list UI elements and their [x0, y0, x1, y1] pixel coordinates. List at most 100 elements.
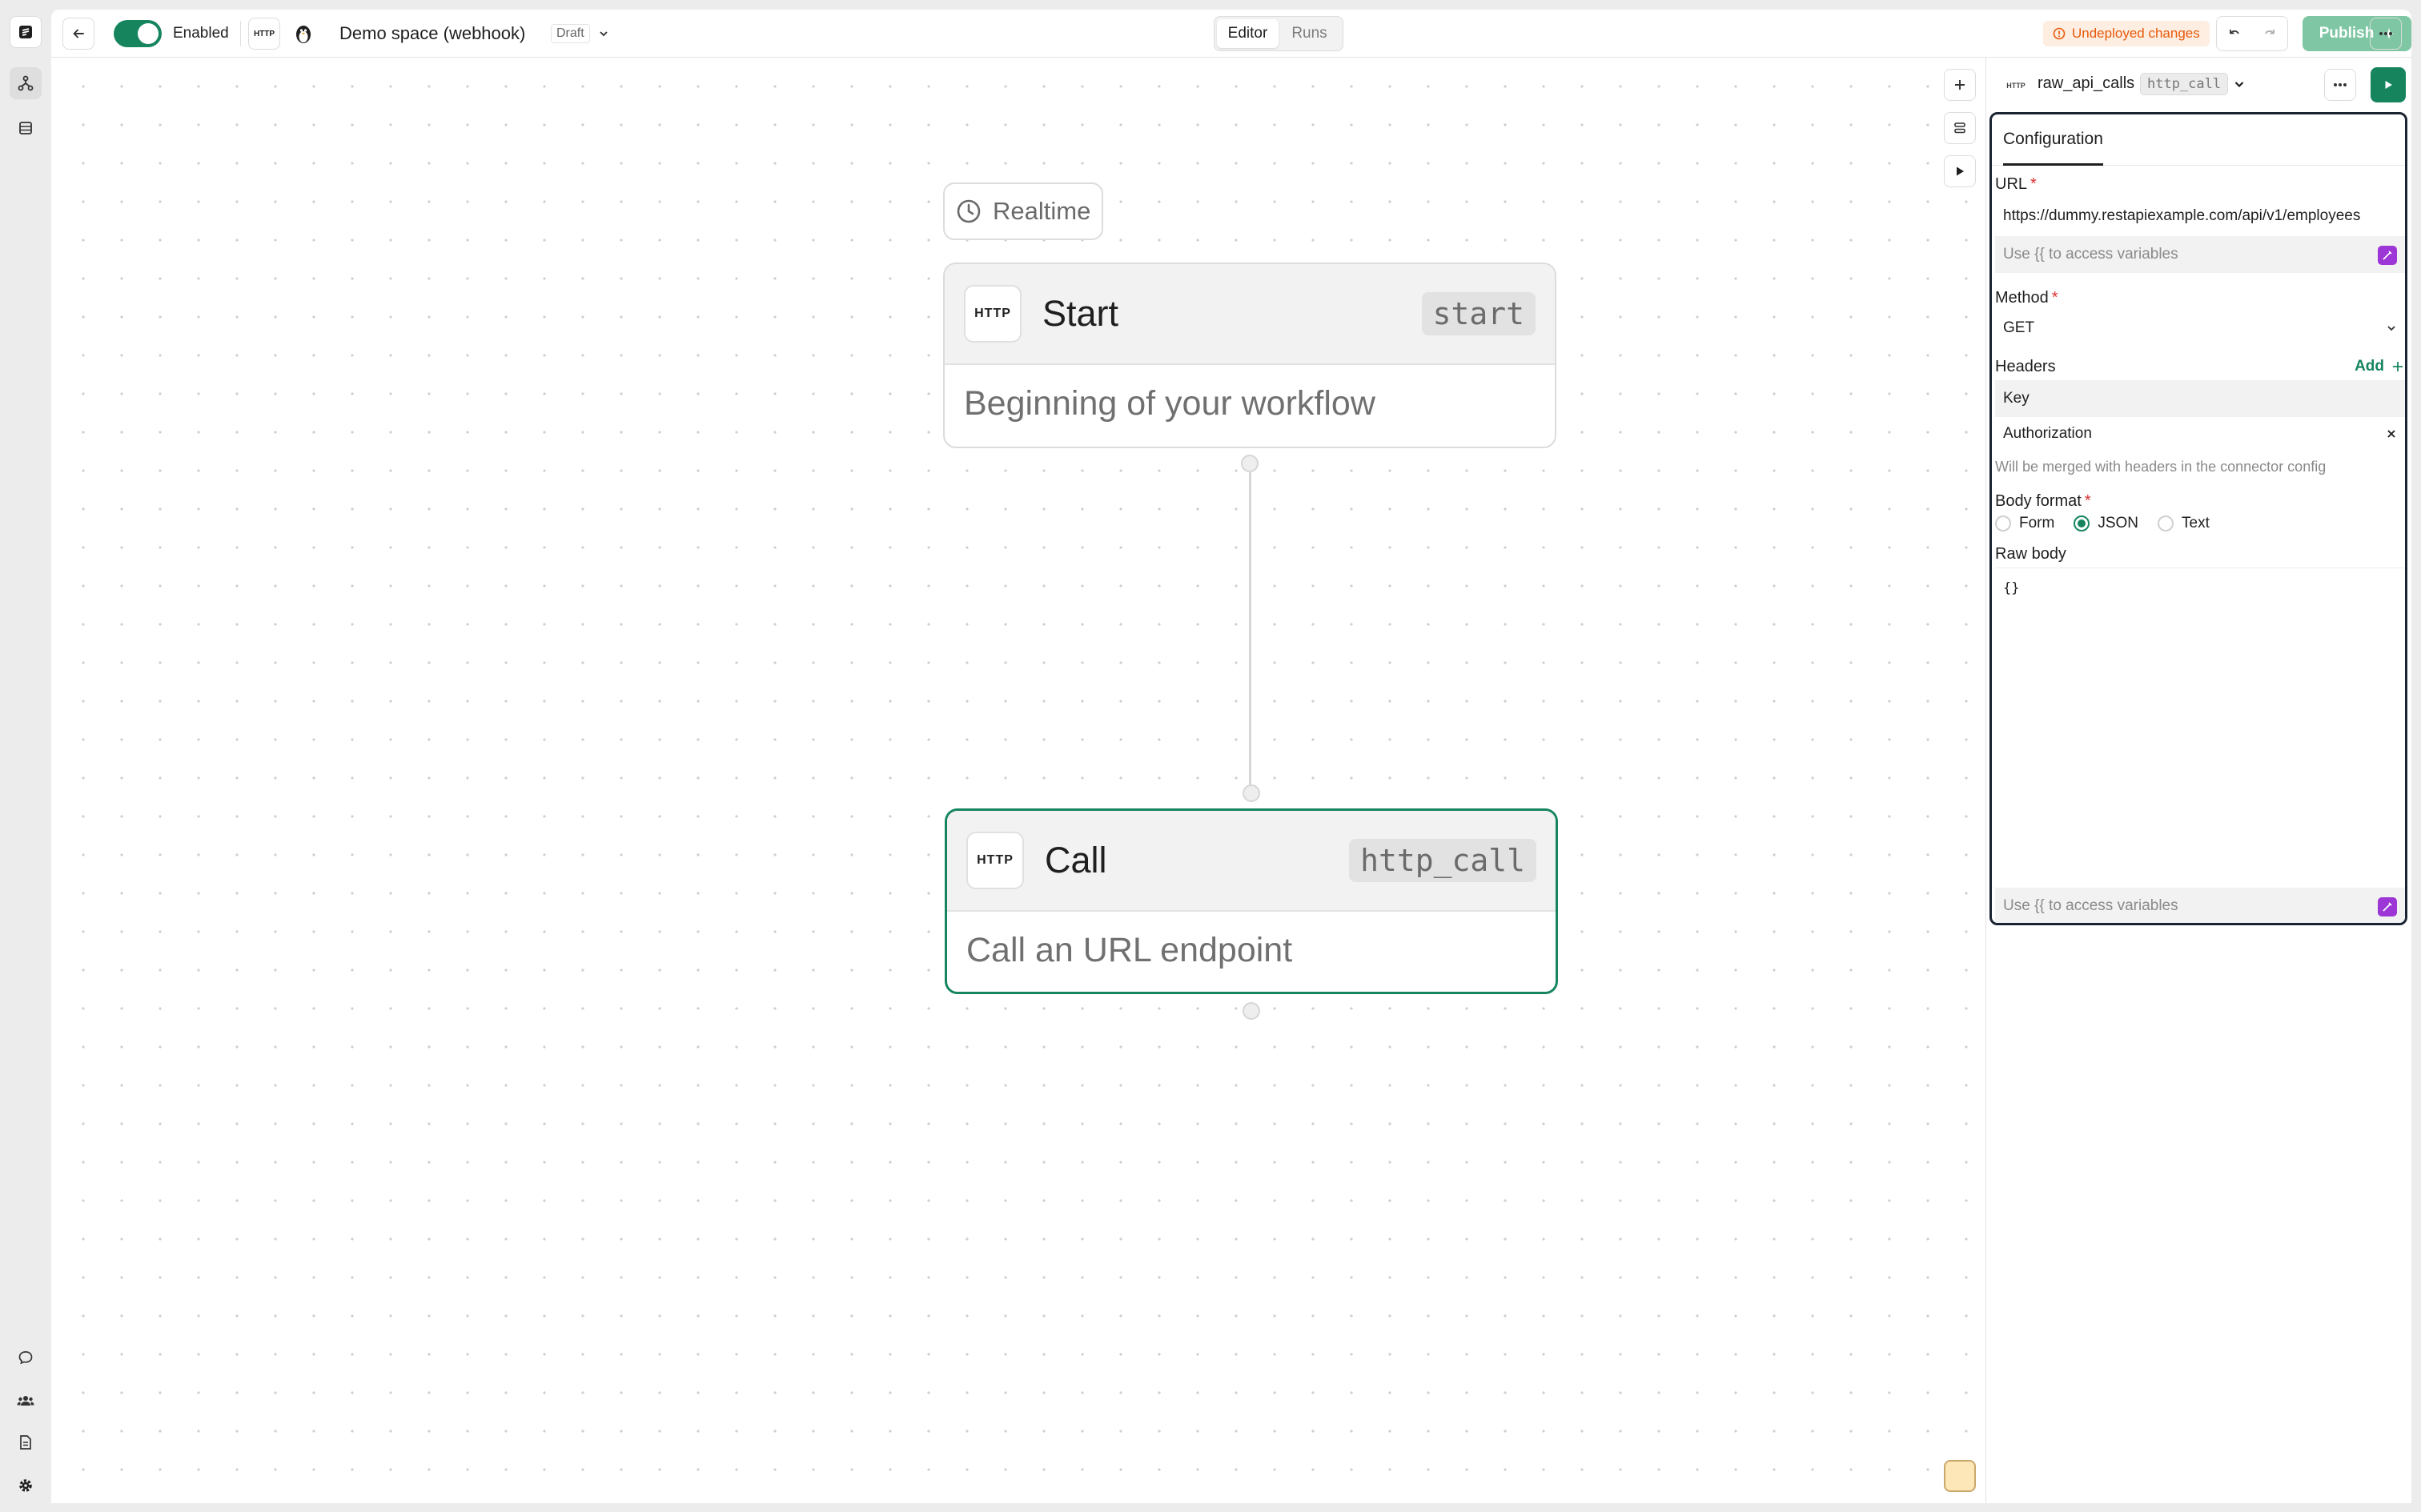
- magic-wand-icon[interactable]: [2378, 897, 2397, 916]
- workflow-icon: [18, 75, 34, 91]
- penguin-avatar-icon: [296, 26, 311, 43]
- method-select[interactable]: GET: [1995, 310, 2405, 347]
- publish-label: Publish: [2319, 25, 2375, 42]
- status-badge: Draft: [551, 24, 590, 43]
- step-switcher-button[interactable]: [2228, 73, 2250, 95]
- radio-text[interactable]: [2158, 515, 2174, 531]
- realtime-label: Realtime: [993, 197, 1091, 225]
- headers-note: Will be merged with headers in the conne…: [1995, 459, 2327, 475]
- add-node-button[interactable]: [1944, 69, 1976, 101]
- step-name[interactable]: raw_api_calls: [2038, 74, 2134, 93]
- header-key-input[interactable]: Authorization: [1995, 415, 2405, 452]
- node-type-tag: http_call: [1349, 839, 1536, 882]
- body-format-label: Body format *: [1995, 492, 2091, 510]
- alert-circle-icon: [2053, 27, 2066, 40]
- node-header: HTTP Call http_call: [947, 811, 1556, 912]
- plus-icon: [2393, 362, 2403, 371]
- run-preview-button[interactable]: [1944, 155, 1976, 187]
- rail-docs-button[interactable]: [10, 1426, 42, 1458]
- method-label: Method *: [1995, 289, 2058, 307]
- gear-icon: [19, 1479, 32, 1492]
- divider: [240, 21, 241, 46]
- raw-body-editor-area[interactable]: [1995, 622, 2405, 894]
- enabled-toggle[interactable]: [114, 20, 162, 47]
- rail-chat-button[interactable]: [10, 1342, 42, 1374]
- more-options-button[interactable]: [2370, 18, 2402, 50]
- redo-button[interactable]: [2252, 17, 2287, 50]
- magic-wand-icon[interactable]: [2378, 246, 2397, 265]
- workspace-avatar[interactable]: [291, 18, 315, 50]
- more-horizontal-icon: [2379, 32, 2392, 35]
- url-input[interactable]: https://dummy.restapiexample.com/api/v1/…: [1995, 198, 2405, 235]
- raw-body-editor[interactable]: {}: [1995, 574, 2405, 603]
- http-icon: HTTP: [2006, 82, 2026, 90]
- tab-runs[interactable]: Runs: [1279, 19, 1340, 48]
- enabled-label: Enabled: [173, 25, 229, 42]
- status-dropdown[interactable]: Draft: [551, 18, 609, 50]
- url-variables-hint[interactable]: Use {{ to access variables: [1995, 236, 2405, 273]
- step-more-button[interactable]: [2324, 69, 2356, 101]
- app-logo[interactable]: [10, 16, 42, 48]
- start-output-handle[interactable]: [1241, 455, 1259, 472]
- node-start[interactable]: HTTP Start start Beginning of your workf…: [943, 263, 1556, 448]
- tab-editor[interactable]: Editor: [1217, 19, 1279, 48]
- sticky-note-button[interactable]: [1944, 1460, 1976, 1492]
- radio-form-label: Form: [2019, 515, 2055, 531]
- radio-form[interactable]: [1995, 515, 2011, 531]
- enabled-toggle-group: Enabled: [114, 18, 229, 50]
- plus-icon: [1955, 80, 1965, 90]
- rail-settings-button[interactable]: [10, 1470, 42, 1502]
- play-icon: [1957, 166, 1964, 176]
- users-icon: [17, 1396, 34, 1406]
- run-step-button[interactable]: [2371, 67, 2406, 102]
- headers-label: Headers: [1995, 358, 2056, 375]
- clock-icon: [957, 199, 981, 223]
- radio-json-label: JSON: [2098, 515, 2139, 531]
- call-output-handle[interactable]: [1243, 1002, 1260, 1020]
- table-icon: [19, 122, 32, 134]
- rail-team-button[interactable]: [10, 1385, 42, 1417]
- tab-configuration[interactable]: Configuration: [2003, 114, 2103, 166]
- back-button[interactable]: [62, 18, 94, 50]
- node-call[interactable]: HTTP Call http_call Call an URL endpoint: [945, 808, 1558, 994]
- rail-data-button[interactable]: [10, 112, 42, 144]
- step-config-panel: HTTP raw_api_calls http_call Configurati…: [1985, 58, 2411, 1503]
- redo-icon: [2265, 30, 2274, 34]
- left-rail: [0, 0, 51, 1512]
- stack-icon: [1954, 122, 1965, 134]
- realtime-trigger-pill[interactable]: Realtime: [943, 182, 1104, 240]
- node-type-tag: start: [1421, 292, 1536, 335]
- http-icon: HTTP: [964, 285, 1022, 343]
- header-key-column: Key: [1995, 380, 2405, 417]
- method-value: GET: [2003, 319, 2035, 336]
- history-controls: [2216, 16, 2288, 51]
- url-label: URL *: [1995, 175, 2037, 193]
- edge-start-call[interactable]: [1249, 472, 1251, 792]
- node-title: Call: [1045, 840, 1107, 880]
- raw-body-label: Raw body: [1995, 545, 2066, 563]
- node-header: HTTP Start start: [945, 264, 1555, 365]
- trigger-type-badge[interactable]: HTTP: [248, 18, 280, 50]
- configuration-card: Configuration URL * https://dummy.restapi…: [1989, 112, 2407, 925]
- more-horizontal-icon: [2334, 83, 2347, 86]
- logo-icon: [19, 26, 32, 38]
- rail-workflow-button[interactable]: [10, 67, 42, 99]
- raw-body-variables-hint[interactable]: Use {{ to access variables: [1995, 888, 2405, 923]
- chevron-down-icon: [2387, 326, 2395, 331]
- panel-header: HTTP raw_api_calls http_call: [1986, 58, 2412, 110]
- close-icon[interactable]: [2386, 428, 2397, 439]
- call-input-handle[interactable]: [1243, 784, 1260, 802]
- node-description: Beginning of your workflow: [964, 384, 1375, 423]
- auto-layout-button[interactable]: [1944, 112, 1976, 144]
- body-format-radio-group: Form JSON Text: [1995, 515, 2210, 532]
- workspace-title[interactable]: Demo space (webhook): [339, 18, 525, 50]
- radio-json[interactable]: [2074, 515, 2090, 531]
- undo-button[interactable]: [2217, 17, 2252, 50]
- chevron-down-icon: [600, 31, 608, 37]
- document-icon: [20, 1435, 31, 1450]
- radio-text-label: Text: [2182, 515, 2210, 531]
- headers-add-button[interactable]: Add: [2355, 358, 2403, 375]
- arrow-left-icon: [73, 29, 84, 38]
- undeployed-changes-text: Undeployed changes: [2072, 26, 2200, 41]
- undeployed-changes-badge[interactable]: Undeployed changes: [2043, 21, 2210, 46]
